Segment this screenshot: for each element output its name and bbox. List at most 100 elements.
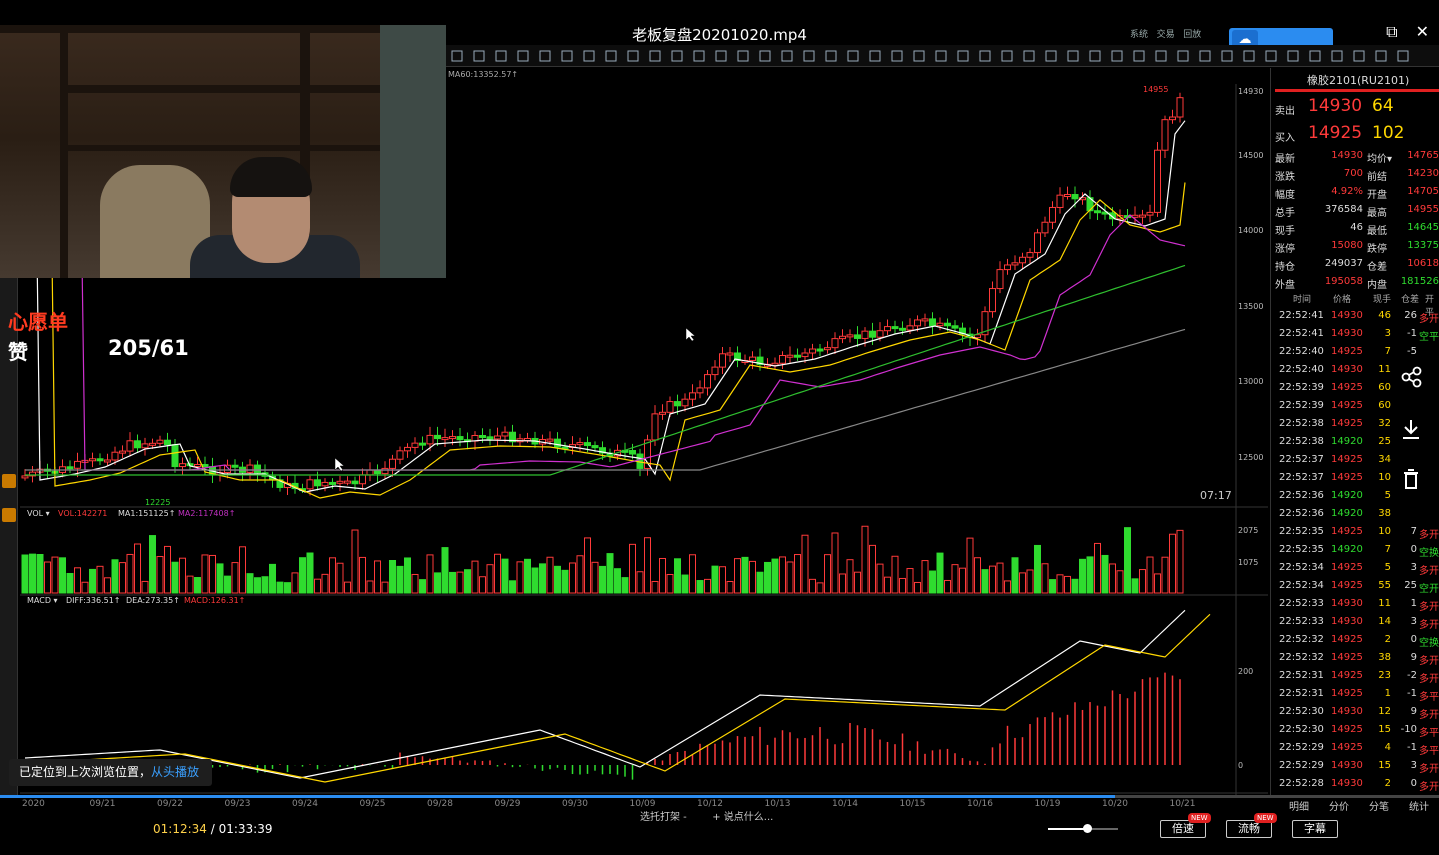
shelf (0, 25, 380, 33)
mouse-cursor-icon (685, 327, 696, 342)
tick-cell: 14 (1378, 616, 1391, 627)
quote-tab[interactable]: 分笔 (1369, 798, 1389, 813)
tick-cell: 0 (1410, 544, 1417, 555)
volume-bar (1124, 527, 1131, 594)
wishlist-label[interactable]: 心愿单 (8, 306, 68, 335)
candle-body (359, 474, 366, 485)
volume-bar (756, 571, 764, 594)
candle-body (524, 437, 531, 441)
tick-cell: 11 (1378, 598, 1391, 609)
tick-row: 22:52:36 14920 38 (1275, 508, 1439, 526)
volume-bar (921, 560, 929, 594)
replay-from-start-link[interactable]: 从头播放 (151, 765, 199, 779)
volume-bar (1161, 556, 1169, 594)
candle-body (659, 411, 666, 415)
volume-bar (951, 564, 959, 594)
tick-cell: 14925 (1331, 454, 1363, 465)
volume-bar (501, 558, 509, 594)
candle-body (1094, 210, 1101, 214)
volume-bar (974, 557, 981, 594)
volume-bar (366, 580, 374, 594)
stat-key2: 开盘 (1367, 190, 1387, 201)
stat-key2: 仓差 (1367, 262, 1387, 273)
volume-bar (194, 577, 201, 594)
tick-row: 22:52:41 14930 46 26 多开 (1275, 310, 1439, 328)
tick-cell: 10 (1378, 526, 1391, 537)
tick-row: 22:52:33 14930 14 3 多开 (1275, 616, 1439, 634)
tick-cell: 22:52:34 (1279, 580, 1324, 591)
time-separator: / (206, 822, 219, 836)
candle-body (846, 334, 854, 338)
tick-cell: 多平 (1419, 728, 1439, 739)
tick-row: 22:52:41 14930 3 -1 空平 (1275, 328, 1439, 346)
volume-bar (411, 573, 419, 594)
volume-bar (996, 562, 1004, 594)
bid-label: 买入 (1275, 133, 1295, 144)
candle-body (591, 445, 599, 449)
volume-bar (156, 556, 164, 594)
new-tag: NEW (1254, 813, 1277, 823)
tick-cell: 14920 (1331, 490, 1363, 501)
candle-body (1176, 97, 1184, 118)
stat-value: 4.92% (1331, 186, 1363, 197)
quote-tab[interactable]: 统计 (1409, 798, 1429, 813)
tick-cell: 38 (1378, 508, 1391, 519)
candle-body (629, 450, 636, 455)
volume-bar (539, 563, 546, 594)
macd-dea-line (49, 613, 1211, 783)
quote-tab[interactable]: 明细 (1289, 798, 1309, 813)
candle-body (449, 436, 456, 440)
volume-bar (81, 581, 89, 594)
download-icon[interactable] (1396, 414, 1426, 444)
candle-body (119, 450, 126, 454)
candle-body (74, 460, 81, 469)
volume-bar (1086, 556, 1094, 594)
bullet-comments[interactable]: 选托打架 - + 说点什么... (640, 808, 773, 823)
toast-text: 已定位到上次浏览位置， (19, 765, 152, 779)
volume-bar (299, 557, 306, 594)
date-tick: 09/29 (494, 799, 521, 809)
tick-cell: 11 (1378, 364, 1391, 375)
candle-body (816, 348, 824, 352)
volume-knob[interactable] (1083, 824, 1092, 833)
stat-value: 376584 (1324, 204, 1363, 215)
volume-bar (1139, 569, 1146, 594)
stat-key2: 前结 (1367, 172, 1387, 183)
delete-icon[interactable] (1396, 464, 1426, 494)
volume-bar (884, 576, 891, 594)
stat-value2: 14955 (1407, 204, 1439, 215)
danmaku-toggle[interactable]: 选托打架 - (640, 812, 687, 823)
stat-key: 外盘 (1275, 280, 1295, 291)
candle-body (164, 439, 171, 446)
volume-bar (261, 576, 269, 594)
volume-bar (1131, 578, 1139, 594)
volume-bar (404, 557, 411, 594)
candle-body (1071, 194, 1079, 200)
tick-row: 22:52:29 14925 4 -1 多平 (1275, 742, 1439, 760)
tick-row: 22:52:32 14925 38 9 多开 (1275, 652, 1439, 670)
tick-cell: 多开 (1419, 674, 1439, 685)
comment-input[interactable]: + 说点什么... (712, 812, 773, 823)
tick-cell: 60 (1378, 400, 1391, 411)
tick-cell: 22:52:29 (1279, 760, 1324, 771)
volume-bar (1019, 572, 1026, 594)
volume-bar (1101, 554, 1109, 594)
candle-body (914, 319, 921, 327)
volume-bar (711, 565, 719, 594)
volume-bar (749, 560, 756, 594)
candle-body (111, 451, 119, 461)
candle-body (651, 413, 659, 441)
share-icon[interactable] (1396, 362, 1426, 392)
tick-cell: 空换 (1419, 638, 1439, 649)
tick-cell: 0 (1410, 634, 1417, 645)
tick-header: 价格 (1333, 295, 1352, 305)
quote-tab[interactable]: 分价 (1329, 798, 1349, 813)
macd-legend-dea: DEA:273.35↑ (126, 596, 180, 605)
tick-row: 22:52:32 14925 2 0 空换 (1275, 634, 1439, 652)
volume-bar (314, 578, 321, 594)
candle-body (1146, 211, 1154, 216)
contract-name[interactable]: 橡胶2101(RU2101) (1307, 72, 1409, 88)
price-tick: 13000 (1238, 377, 1263, 386)
subtitle-button[interactable]: 字幕 (1292, 820, 1338, 838)
date-tick: 10/21 (1169, 799, 1196, 809)
